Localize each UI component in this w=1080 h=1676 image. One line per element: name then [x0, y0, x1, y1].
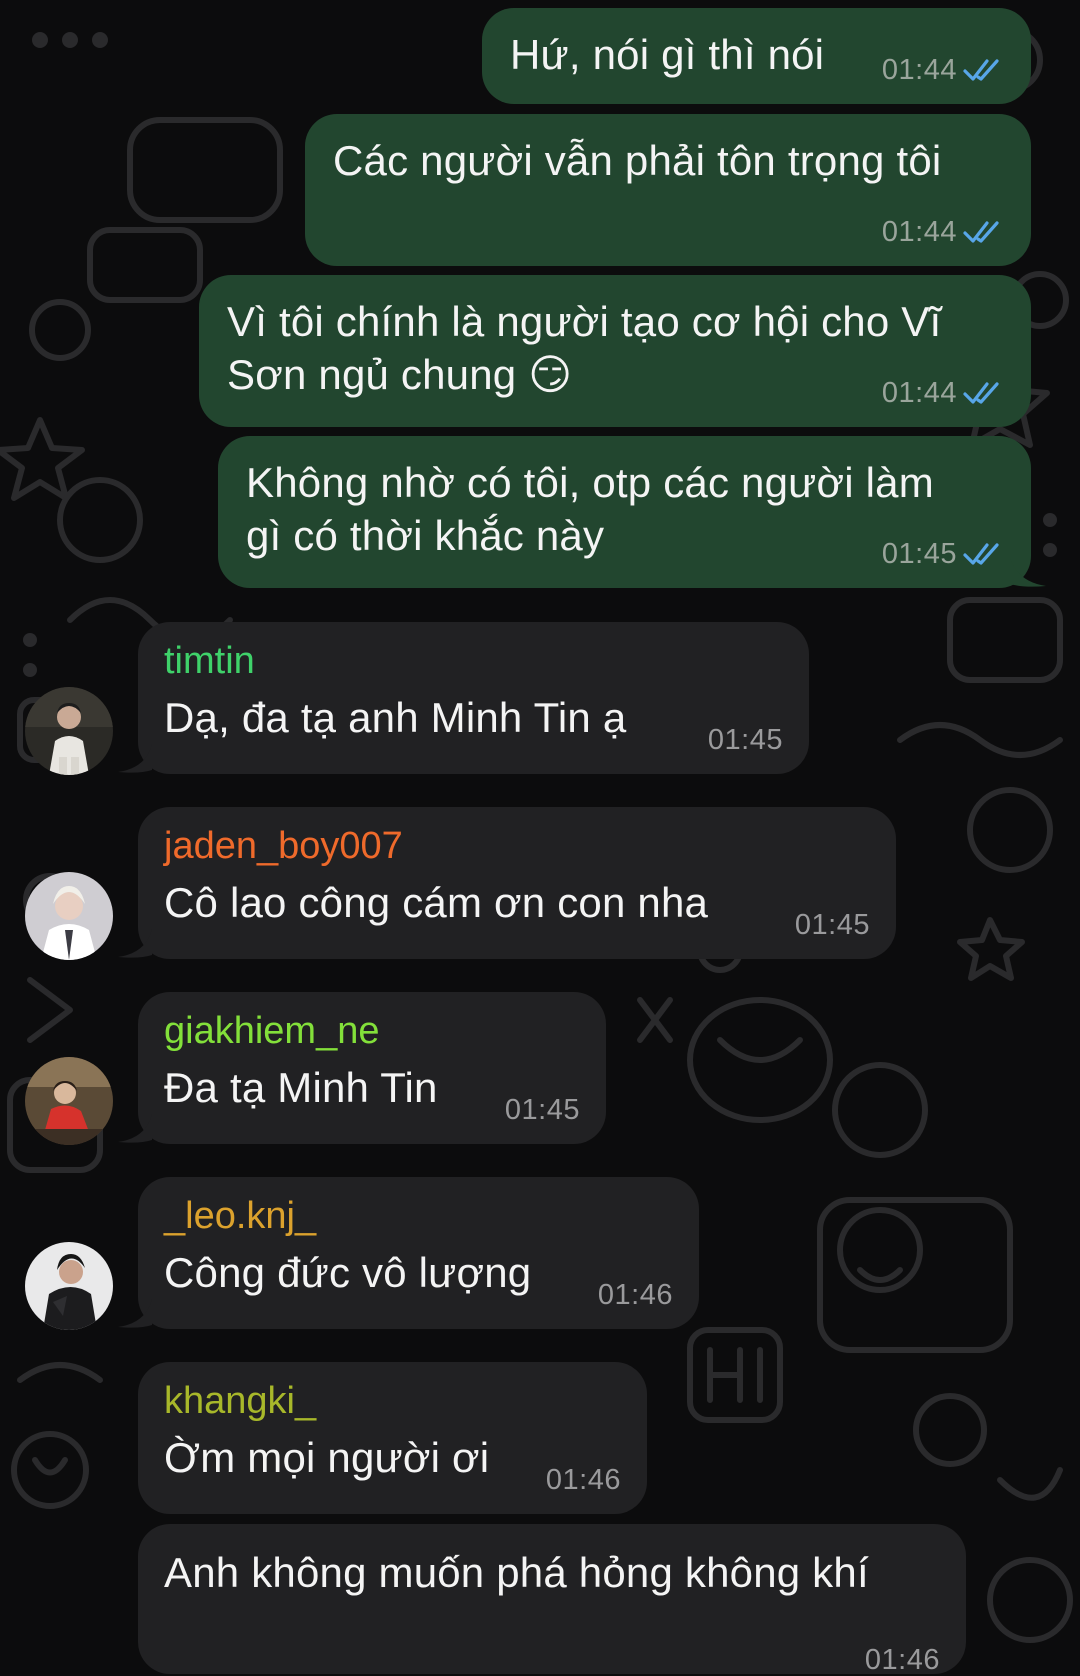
incoming-bubble-tail [118, 929, 152, 958]
avatar-timtin[interactable] [25, 687, 113, 775]
incoming-message-bubble[interactable]: jaden_boy007 Cô lao công cám ơn con nha … [138, 807, 896, 959]
message-text: Anh không muốn phá hỏng không khí [164, 1549, 869, 1596]
message-meta: 01:44 [882, 216, 1005, 248]
incoming-bubble-tail [118, 1114, 152, 1143]
message-meta: 01:46 [865, 1644, 940, 1676]
sender-name[interactable]: khangki_ [164, 1378, 617, 1424]
outgoing-message-bubble[interactable]: Các người vẫn phải tôn trọng tôi 01:44 [305, 114, 1031, 266]
message-time: 01:45 [504, 1094, 580, 1126]
message-meta: 01:46 [546, 1464, 621, 1496]
message-time: 01:46 [597, 1279, 673, 1311]
message-meta: 01:45 [505, 1094, 580, 1126]
message-text: Cô lao công cám ơn con nha [164, 879, 709, 926]
message-meta: 01:44 [882, 54, 1005, 86]
avatar-giakhiem-ne[interactable] [25, 1057, 113, 1145]
sender-name[interactable]: _leo.knj_ [164, 1193, 669, 1239]
incoming-message-bubble[interactable]: khangki_ Ờm mọi người ơi 01:46 [138, 1362, 647, 1514]
outgoing-message-bubble[interactable]: Hứ, nói gì thì nói 01:44 [482, 8, 1031, 104]
message-meta: 01:45 [795, 909, 870, 941]
message-time: 01:45 [794, 909, 870, 941]
outgoing-bubble-tail [1010, 558, 1046, 587]
message-time: 01:44 [881, 216, 957, 248]
avatar-jaden-boy007[interactable] [25, 872, 113, 960]
read-double-check-icon [963, 543, 999, 565]
message-meta: 01:45 [882, 538, 1005, 570]
message-time: 01:46 [545, 1464, 621, 1496]
message-text: Dạ, đa tạ anh Minh Tin ạ [164, 694, 627, 741]
message-meta: 01:44 [882, 377, 1005, 409]
message-time: 01:46 [864, 1644, 940, 1676]
incoming-message-bubble[interactable]: giakhiem_ne Đa tạ Minh Tin 01:45 [138, 992, 606, 1144]
message-time: 01:45 [881, 538, 957, 570]
incoming-bubble-tail [118, 1299, 152, 1328]
read-double-check-icon [963, 382, 999, 404]
sender-name[interactable]: jaden_boy007 [164, 823, 866, 869]
incoming-message-bubble[interactable]: timtin Dạ, đa tạ anh Minh Tin ạ 01:45 [138, 622, 809, 774]
message-meta: 01:46 [598, 1279, 673, 1311]
message-text: Công đức vô lượng [164, 1249, 532, 1296]
read-double-check-icon [963, 221, 999, 243]
incoming-message-bubble[interactable]: _leo.knj_ Công đức vô lượng 01:46 [138, 1177, 699, 1329]
message-time: 01:45 [707, 724, 783, 756]
message-time: 01:44 [881, 377, 957, 409]
sender-name[interactable]: timtin [164, 638, 779, 684]
avatar-leo-knj[interactable] [25, 1242, 113, 1330]
message-time: 01:44 [881, 54, 957, 86]
outgoing-message-bubble[interactable]: Vì tôi chính là người tạo cơ hội cho Vĩ … [199, 275, 1031, 427]
outgoing-message-bubble[interactable]: Không nhờ có tôi, otp các người làm gì c… [218, 436, 1031, 588]
read-double-check-icon [963, 59, 999, 81]
incoming-message-bubble[interactable]: Anh không muốn phá hỏng không khí 01:46 [138, 1524, 966, 1676]
incoming-bubble-tail [118, 744, 152, 773]
sender-name[interactable]: giakhiem_ne [164, 1008, 576, 1054]
message-text: Các người vẫn phải tôn trọng tôi [333, 137, 942, 184]
message-meta: 01:45 [708, 724, 783, 756]
